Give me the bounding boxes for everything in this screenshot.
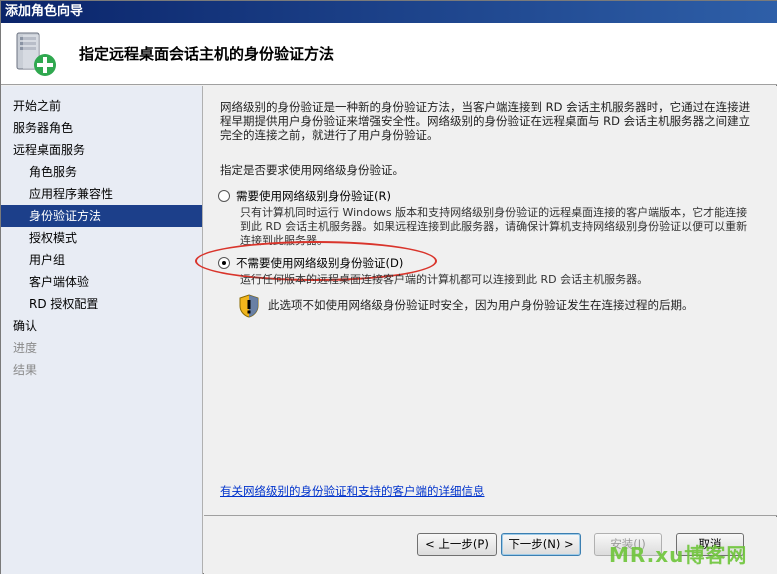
- sidebar-item-results: 结果: [13, 363, 38, 377]
- sidebar-item-app-compatibility[interactable]: 应用程序兼容性: [1, 183, 202, 205]
- next-button[interactable]: 下一步(N) >: [501, 533, 581, 556]
- intro-text: 网络级别的身份验证是一种新的身份验证方法，当客户端连接到 RD 会话主机服务器时…: [220, 100, 751, 142]
- sidebar-item-server-roles[interactable]: 服务器角色: [1, 117, 202, 139]
- shield-warning-icon: [239, 294, 259, 318]
- sidebar-item-licensing-mode[interactable]: 授权模式: [1, 227, 202, 249]
- radio-require-nla[interactable]: 需要使用网络级别身份验证(R): [218, 188, 391, 204]
- sidebar-item-before-you-begin[interactable]: 开始之前: [1, 95, 202, 117]
- radio-no-nla-description: 运行任何版本的远程桌面连接客户端的计算机都可以连接到此 RD 会话主机服务器。: [240, 273, 649, 286]
- sidebar-item-role-services[interactable]: 角色服务: [1, 161, 202, 183]
- radio-button-unchecked[interactable]: [218, 190, 230, 202]
- wizard-content: 网络级别的身份验证是一种新的身份验证方法，当客户端连接到 RD 会话主机服务器时…: [195, 86, 777, 516]
- sidebar-item-user-groups[interactable]: 用户组: [1, 249, 202, 271]
- server-add-icon: [16, 32, 56, 76]
- wizard-steps-sidebar: 开始之前 服务器角色 远程桌面服务 角色服务 应用程序兼容性 身份验证方法 授权…: [1, 86, 203, 574]
- wizard-header: 指定远程桌面会话主机的身份验证方法: [1, 23, 777, 85]
- sidebar-item-authentication-method[interactable]: 身份验证方法: [1, 205, 202, 227]
- nla-info-link[interactable]: 有关网络级别的身份验证和支持的客户端的详细信息: [220, 483, 485, 499]
- sidebar-item-remote-desktop-services[interactable]: 远程桌面服务: [1, 139, 202, 161]
- sidebar-item-rd-licensing-config[interactable]: RD 授权配置: [1, 293, 202, 315]
- question-text: 指定是否要求使用网络级身份验证。: [220, 163, 404, 177]
- sidebar-item-client-experience[interactable]: 客户端体验: [1, 271, 202, 293]
- warning-text: 此选项不如使用网络级身份验证时安全，因为用户身份验证发生在连接过程的后期。: [268, 298, 694, 312]
- radio-no-nla-label[interactable]: 不需要使用网络级别身份验证(D): [236, 255, 403, 271]
- window-title: 添加角色向导: [5, 4, 84, 19]
- radio-require-nla-label[interactable]: 需要使用网络级别身份验证(R): [236, 188, 391, 204]
- sidebar-item-confirmation[interactable]: 确认: [1, 315, 202, 337]
- page-title: 指定远程桌面会话主机的身份验证方法: [79, 45, 335, 63]
- prev-button[interactable]: < 上一步(P): [417, 533, 497, 556]
- title-bar: 添加角色向导: [1, 1, 777, 23]
- watermark-text: MR.xu博客网: [609, 543, 748, 567]
- sidebar-item-progress: 进度: [13, 341, 38, 355]
- radio-button-checked[interactable]: [218, 257, 230, 269]
- wizard-window: 添加角色向导 指定远程桌面会话主机的身份验证方法 开始之前 服务器角色 远程桌面…: [0, 0, 777, 574]
- radio-no-nla[interactable]: 不需要使用网络级别身份验证(D): [218, 255, 403, 271]
